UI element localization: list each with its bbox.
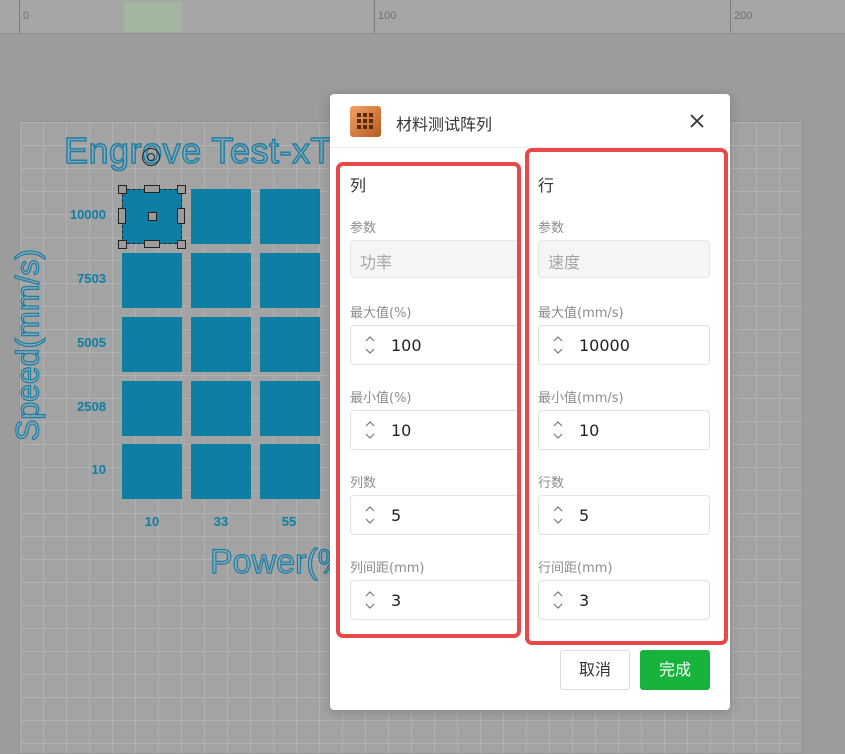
x-tick-label: 55 <box>281 514 297 529</box>
test-cell[interactable] <box>191 189 251 244</box>
ruler-major-tick <box>730 0 731 33</box>
test-cell[interactable] <box>122 317 182 372</box>
test-cell[interactable] <box>260 253 320 308</box>
rows-highlight-box <box>525 148 728 645</box>
test-cell[interactable] <box>191 444 251 499</box>
move-handle[interactable] <box>148 212 157 221</box>
y-tick-label: 7503 <box>77 271 106 286</box>
x-tick-label: 10 <box>144 514 160 529</box>
columns-highlight-box <box>336 162 521 638</box>
test-cell[interactable] <box>122 253 182 308</box>
rotate-handle-icon[interactable] <box>142 148 160 166</box>
test-cell[interactable] <box>260 189 320 244</box>
test-cell[interactable] <box>122 444 182 499</box>
resize-handle[interactable] <box>118 240 127 249</box>
test-cell[interactable] <box>260 317 320 372</box>
engrave-test-title[interactable]: Engrove Test-xT <box>63 129 333 172</box>
ruler-label: 0 <box>23 10 30 22</box>
ruler-selection-highlight <box>124 2 182 32</box>
resize-handle[interactable] <box>177 185 186 194</box>
cancel-button[interactable]: 取消 <box>560 650 630 690</box>
ruler-label: 100 <box>378 10 397 22</box>
resize-handle[interactable] <box>118 185 127 194</box>
x-axis-label[interactable]: Power(% <box>209 542 348 582</box>
material-test-array-dialog: 材料测试阵列 列 参数 功率 最大值(%) 100 最小值(%) 10 列数 5… <box>330 94 730 710</box>
dialog-title: 材料测试阵列 <box>396 115 493 134</box>
resize-handle[interactable] <box>144 185 160 193</box>
resize-handle[interactable] <box>144 240 160 248</box>
y-tick-label: 2508 <box>77 399 106 414</box>
test-cell[interactable] <box>260 444 320 499</box>
test-cell[interactable] <box>191 253 251 308</box>
y-axis-label[interactable]: Speed(mm/s) <box>9 248 47 441</box>
y-tick-label: 10000 <box>69 207 106 222</box>
test-cell[interactable] <box>191 381 251 436</box>
test-cell[interactable] <box>260 381 320 436</box>
resize-handle[interactable] <box>118 208 126 224</box>
test-cell[interactable] <box>191 317 251 372</box>
resize-handle[interactable] <box>177 240 186 249</box>
ruler-major-tick <box>19 0 20 33</box>
test-cell[interactable] <box>122 381 182 436</box>
resize-handle[interactable] <box>177 208 185 224</box>
done-button[interactable]: 完成 <box>640 650 710 690</box>
ruler-label: 200 <box>734 10 753 22</box>
y-tick-label: 10 <box>91 462 106 477</box>
ruler-major-tick <box>374 0 375 33</box>
y-tick-label: 5005 <box>77 335 106 350</box>
x-tick-label: 33 <box>213 514 229 529</box>
top-ruler: 0 100 200 <box>0 0 845 34</box>
material-grid-app-icon <box>350 106 381 137</box>
dialog-header: 材料测试阵列 <box>330 94 730 148</box>
close-icon[interactable] <box>687 111 707 131</box>
